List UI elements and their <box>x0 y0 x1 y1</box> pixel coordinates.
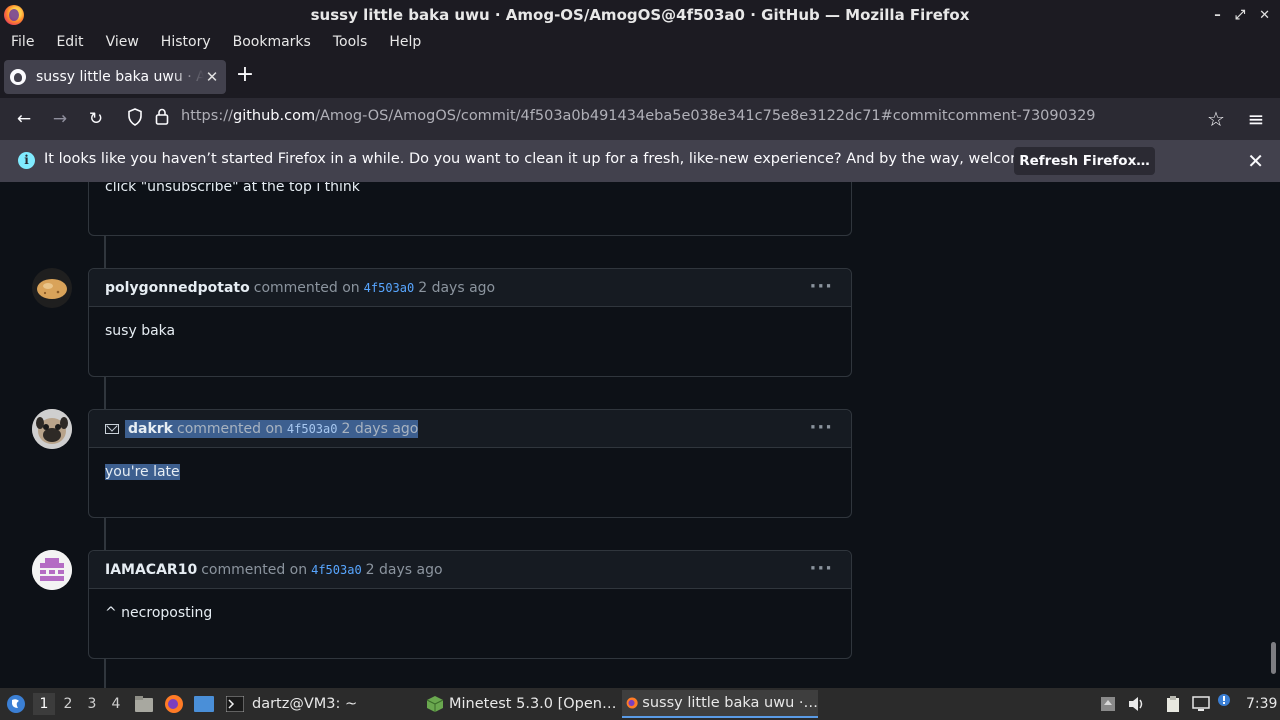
url-bar[interactable]: https://github.com/Amog-OS/AmogOS/commit… <box>181 108 1096 124</box>
workspace-3[interactable]: 3 <box>81 693 103 715</box>
tab-strip: sussy little baka uwu · Amog-OS/AmogOS@4… <box>0 54 1280 98</box>
comment-author[interactable]: polygonnedpotato <box>105 280 250 296</box>
avatar[interactable] <box>32 268 72 308</box>
network-icon[interactable] <box>1192 696 1210 712</box>
notification-text: It looks like you haven’t started Firefo… <box>44 151 1079 167</box>
comment-timestamp[interactable]: 2 days ago <box>418 280 495 296</box>
comment-header: IAMACAR10 commented on 4f503a0 2 days ag… <box>89 551 851 589</box>
task-label: sussy little baka uwu ·… <box>642 695 818 711</box>
close-window-button[interactable]: ✕ <box>1259 8 1270 23</box>
avatar[interactable] <box>32 409 72 449</box>
desktop-icon[interactable] <box>193 688 215 720</box>
minimize-button[interactable]: – <box>1214 8 1221 23</box>
tab-github-commit[interactable]: sussy little baka uwu · Amog-OS/AmogOS@4… <box>4 60 226 94</box>
commit-comment: dakrk commented on 4f503a0 2 days ago ··… <box>88 409 852 518</box>
comment-action: commented on <box>253 279 360 296</box>
reload-button[interactable]: ↻ <box>85 108 107 130</box>
tab-title: sussy little baka uwu · Amog-OS/AmogOS@4… <box>36 69 204 85</box>
navigation-toolbar: ← → ↻ https://github.com/Amog-OS/AmogOS/… <box>0 98 1280 140</box>
selected-header-text: dakrk commented on 4f503a0 2 days ago <box>125 419 419 438</box>
window-titlebar: sussy little baka uwu · Amog-OS/AmogOS@4… <box>0 0 1280 30</box>
app-menu-button[interactable]: ≡ <box>1245 108 1267 130</box>
menu-tools[interactable]: Tools <box>322 34 379 50</box>
clock[interactable]: 7:39 <box>1246 688 1277 720</box>
workspace-4[interactable]: 4 <box>105 693 127 715</box>
screen: sussy little baka uwu · Amog-OS/AmogOS@4… <box>0 0 1280 720</box>
timeline-connector <box>104 377 106 409</box>
comment-body: susy baka <box>105 323 176 339</box>
tab-close-button[interactable]: ✕ <box>204 68 220 86</box>
taskbar: 1 2 3 4 dartz@VM3: ~ Minetest 5.3.0 [Ope… <box>0 688 1280 720</box>
maximize-button[interactable]: ⤢ <box>1235 8 1245 23</box>
comment-body: click "unsubscribe" at the top i think <box>105 182 360 195</box>
comment-header: polygonnedpotato commented on 4f503a0 2 … <box>89 269 851 307</box>
commit-comment: IAMACAR10 commented on 4f503a0 2 days ag… <box>88 550 852 659</box>
commit-comment: polygonnedpotato commented on 4f503a0 2 … <box>88 268 852 377</box>
workspace-1[interactable]: 1 <box>33 693 55 715</box>
volume-icon[interactable] <box>1128 696 1144 712</box>
notification-close-button[interactable]: ✕ <box>1247 149 1264 173</box>
workspace-2[interactable]: 2 <box>57 693 79 715</box>
comment-timestamp[interactable]: 2 days ago <box>341 421 418 437</box>
timeline-connector <box>104 236 106 268</box>
comment-options-button[interactable]: ··· <box>809 558 833 579</box>
window-title: sussy little baka uwu · Amog-OS/AmogOS@4… <box>310 6 970 24</box>
menu-bookmarks[interactable]: Bookmarks <box>222 34 322 50</box>
notification-bar: i It looks like you haven’t started Fire… <box>0 140 1280 182</box>
selected-body-text: you're late <box>105 464 180 480</box>
new-tab-button[interactable]: + <box>234 64 256 87</box>
start-menu-icon[interactable] <box>6 688 26 720</box>
menu-view[interactable]: View <box>95 34 150 50</box>
comment-options-button[interactable]: ··· <box>809 276 833 297</box>
task-label: Minetest 5.3.0 [Open… <box>449 696 617 712</box>
comment-body: ^ necroposting <box>105 605 213 621</box>
clipboard-icon[interactable] <box>1165 696 1181 712</box>
file-manager-icon[interactable] <box>134 688 154 720</box>
github-favicon-icon <box>10 69 26 85</box>
avatar[interactable] <box>32 550 72 590</box>
commit-comment: click "unsubscribe" at the top i think <box>88 182 852 236</box>
commit-sha-link[interactable]: 4f503a0 <box>287 422 338 436</box>
comment-author[interactable]: dakrk <box>125 421 173 437</box>
task-firefox[interactable]: sussy little baka uwu ·… <box>622 690 818 718</box>
tray-updates-icon[interactable] <box>1100 696 1116 712</box>
comment-header: dakrk commented on 4f503a0 2 days ago ··… <box>89 410 851 448</box>
comment-author[interactable]: IAMACAR10 <box>105 562 197 578</box>
commit-sha-link[interactable]: 4f503a0 <box>364 281 415 295</box>
task-minetest[interactable]: Minetest 5.3.0 [Open… <box>422 690 618 718</box>
comment-timestamp[interactable]: 2 days ago <box>366 562 443 578</box>
bookmark-star-icon[interactable]: ☆ <box>1205 108 1227 130</box>
comment-action: commented on <box>201 561 308 578</box>
task-label: dartz@VM3: ~ <box>252 696 358 712</box>
notification-icon[interactable] <box>1217 693 1233 709</box>
tracking-protection-icon[interactable] <box>124 108 146 130</box>
firefox-launcher-icon[interactable] <box>164 688 184 720</box>
menu-history[interactable]: History <box>150 34 222 50</box>
lock-icon[interactable] <box>151 108 173 130</box>
forward-button[interactable]: → <box>49 108 71 130</box>
url-prefix: https:// <box>181 108 233 124</box>
info-icon: i <box>18 152 35 169</box>
menu-file[interactable]: File <box>0 34 45 50</box>
mail-icon <box>105 423 119 434</box>
back-button[interactable]: ← <box>13 108 35 130</box>
url-path: /Amog-OS/AmogOS/commit/4f503a0b491434eba… <box>315 108 1096 124</box>
url-host: github.com <box>232 108 316 124</box>
menu-edit[interactable]: Edit <box>45 34 94 50</box>
comment-action: commented on <box>177 420 283 437</box>
timeline-connector <box>104 518 106 550</box>
page-content: click "unsubscribe" at the top i think p… <box>0 182 1280 688</box>
window-controls: – ⤢ ✕ <box>1214 0 1270 30</box>
comment-body: you're late <box>89 448 851 496</box>
menu-bar: File Edit View History Bookmarks Tools H… <box>0 30 1280 54</box>
commit-sha-link[interactable]: 4f503a0 <box>311 563 362 577</box>
firefox-logo-icon <box>4 5 24 25</box>
menu-help[interactable]: Help <box>378 34 432 50</box>
refresh-firefox-button[interactable]: Refresh Firefox… <box>1014 147 1155 175</box>
page-scrollbar[interactable] <box>1271 642 1276 674</box>
timeline-connector <box>104 659 106 688</box>
task-terminal[interactable]: dartz@VM3: ~ <box>222 690 418 718</box>
comment-options-button[interactable]: ··· <box>809 417 833 438</box>
